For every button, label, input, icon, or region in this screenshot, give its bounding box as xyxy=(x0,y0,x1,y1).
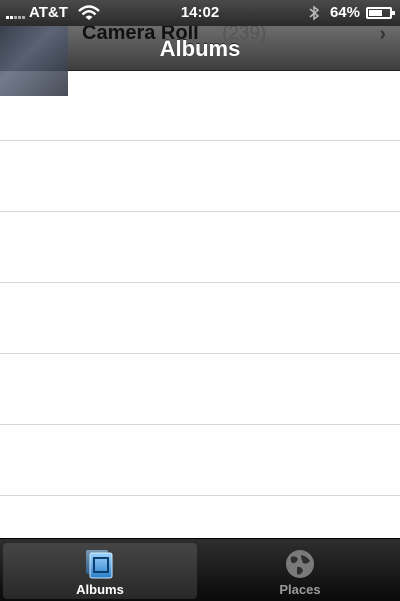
album-list xyxy=(0,70,400,567)
tab-albums[interactable]: Albums xyxy=(3,543,197,599)
tab-albums-label: Albums xyxy=(76,582,124,597)
navigation-bar: Camera Roll (239) › Albums xyxy=(0,0,400,96)
list-item[interactable] xyxy=(0,283,400,354)
globe-icon xyxy=(286,550,314,578)
list-item[interactable] xyxy=(0,212,400,283)
tab-places-label: Places xyxy=(279,582,321,597)
list-item[interactable] xyxy=(0,425,400,496)
tab-bar: Albums Places xyxy=(0,538,400,601)
battery-icon xyxy=(366,6,395,19)
list-item[interactable] xyxy=(0,354,400,425)
page-title: Albums xyxy=(159,36,241,61)
list-item[interactable] xyxy=(0,141,400,212)
bluetooth-icon xyxy=(309,5,320,20)
battery-percent: 64% xyxy=(329,4,360,21)
status-bar: AT&T 14:02 64% xyxy=(0,0,400,26)
albums-icon xyxy=(86,550,113,579)
tab-places[interactable]: Places xyxy=(203,543,397,599)
